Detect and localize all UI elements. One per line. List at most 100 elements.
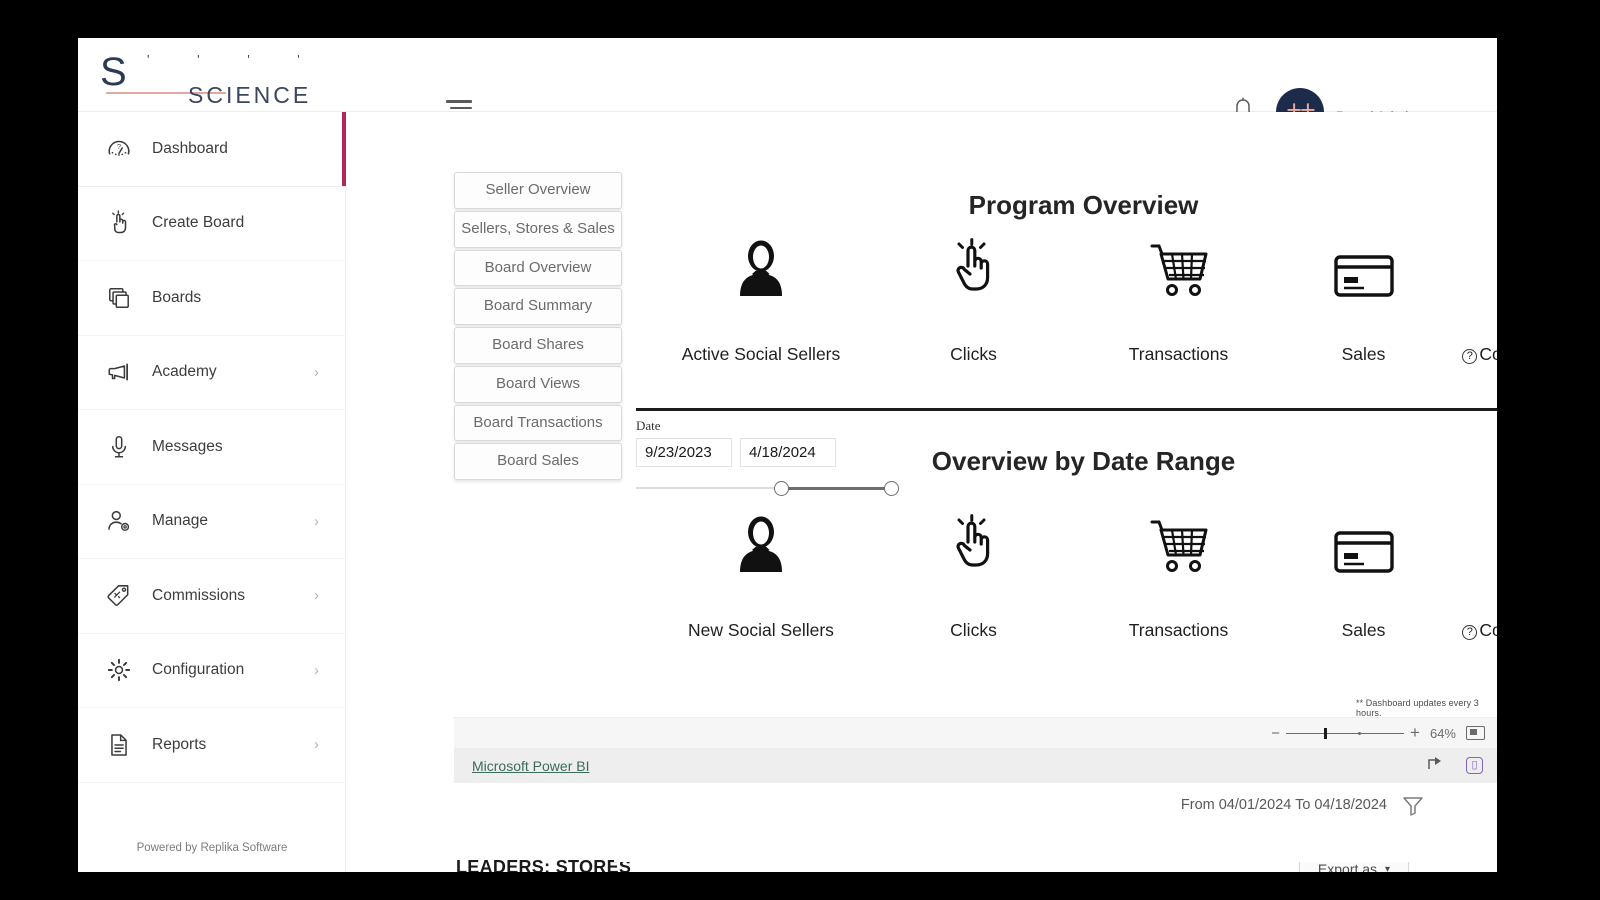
metric-card-conversion-rate: ?Conversion Rate (1431, 222, 1497, 365)
metric-value (636, 300, 886, 344)
window-chrome-top (60, 0, 1497, 38)
sidebar-item-reports[interactable]: Reports › (78, 708, 345, 783)
tab-board-overview[interactable]: Board Overview (454, 249, 622, 287)
zoom-slider[interactable] (1286, 728, 1405, 739)
powerbi-footer: Microsoft Power BI ▯ (454, 748, 1497, 783)
tab-sellers-stores-sales[interactable]: Sellers, Stores & Sales (454, 210, 622, 248)
powered-by-label: Powered by Replika Software (136, 842, 288, 854)
document-icon (106, 732, 152, 758)
sidebar-item-label: Manage (152, 512, 209, 530)
zoom-in-icon[interactable]: + (1410, 723, 1420, 743)
logo-wordmark: SCIENCE (188, 82, 312, 108)
metric-label: Transactions (1128, 620, 1229, 640)
date-range-slider[interactable] (636, 481, 900, 496)
chevron-right-icon: › (314, 363, 319, 381)
sidebar-item-academy[interactable]: Academy › (78, 336, 345, 410)
zoom-slider-track (1286, 732, 1405, 734)
microsoft-power-bi-link[interactable]: Microsoft Power BI (472, 758, 589, 774)
program-overview-title: Program Overview (968, 190, 1199, 220)
metric-value (886, 300, 1061, 344)
shopping-cart-icon (1061, 222, 1296, 300)
tab-board-sales[interactable]: Board Sales (454, 443, 622, 480)
funnel-filter-icon[interactable] (1401, 794, 1425, 823)
zoom-slider-handle[interactable] (1324, 728, 1327, 739)
slider-track-selected (781, 487, 891, 490)
brand-logo[interactable]: S ' ' ' ' SCIENCE (92, 44, 342, 108)
sidebar: ? Dashboard Create Board Boards Academy ›… (78, 112, 346, 872)
metric-card-active-social-sellers: Active Social Sellers (636, 222, 886, 365)
date-range-overview-title: Overview by Date Range (931, 446, 1236, 476)
metric-card-clicks: Clicks (886, 498, 1061, 641)
metric-label: ?Conversion Rate (1431, 344, 1497, 365)
export-as-label: Export as (1317, 861, 1378, 872)
tab-seller-overview[interactable]: Seller Overview (454, 172, 622, 209)
chevron-right-icon: › (314, 512, 319, 530)
metric-card-sales: Sales (1296, 498, 1431, 641)
app-header: S ' ' ' ' SCIENCE ++ Brand Admin (78, 38, 1497, 136)
credit-card-icon (1296, 222, 1431, 300)
sidebar-item-label: Create Board (152, 214, 245, 232)
fit-to-page-icon[interactable] (1466, 726, 1485, 740)
help-icon[interactable]: ? (1462, 625, 1478, 640)
powerbi-footer-icons: ▯ (1427, 755, 1483, 777)
slider-handle-start[interactable] (774, 481, 789, 496)
sidebar-item-label: Dashboard (152, 139, 228, 157)
leaders-stores-title: LEADERS: STORES (456, 857, 632, 872)
sidebar-item-label: Academy (152, 363, 217, 381)
metric-value (1431, 300, 1497, 344)
sidebar-item-configuration[interactable]: Configuration › (78, 634, 345, 708)
window-chrome-bottom (0, 872, 1600, 900)
user-name (1336, 88, 1486, 102)
sidebar-item-dashboard[interactable]: ? Dashboard (78, 112, 346, 187)
report-canvas: Seller Overview Sellers, Stores & Sales Bo… (346, 112, 1497, 872)
metric-card-transactions: Transactions (1061, 498, 1296, 641)
slider-track-left (636, 487, 781, 489)
share-icon[interactable] (1427, 755, 1444, 777)
logo-letter: S (100, 50, 128, 94)
sidebar-item-create-board[interactable]: Create Board (78, 187, 345, 261)
logo-tick-marks: ' ' ' ' (147, 52, 322, 67)
gear-icon (106, 657, 152, 683)
svg-text:?: ? (117, 142, 121, 151)
program-overview-metrics: Active Social Sellers Clicks Transaction… (636, 222, 1497, 365)
date-range-filter-label: From 04/01/2024 To 04/18/2024 (1180, 797, 1387, 813)
metric-label: Sales (1341, 620, 1386, 640)
tab-board-shares[interactable]: Board Shares (454, 327, 622, 364)
metric-label: New Social Sellers (688, 620, 834, 640)
hand-click-icon (106, 210, 152, 236)
slider-handle-end[interactable] (884, 481, 899, 496)
sidebar-item-commissions[interactable]: Commissions › (78, 559, 345, 634)
metric-value (1296, 576, 1431, 620)
metric-value (1061, 576, 1296, 620)
sidebar-item-messages[interactable]: Messages (78, 410, 345, 485)
power-bi-logo-icon[interactable]: ▯ (1466, 757, 1483, 774)
section-divider (636, 408, 1497, 411)
microphone-icon (106, 434, 152, 460)
chevron-right-icon: › (314, 661, 319, 679)
metric-label: Sales (1341, 344, 1386, 364)
gauge-icon: ? (106, 136, 152, 162)
tab-board-transactions[interactable]: Board Transactions (454, 404, 622, 442)
tab-board-summary[interactable]: Board Summary (454, 288, 622, 325)
metric-value (636, 576, 886, 620)
zoom-control[interactable]: − + (1271, 723, 1420, 743)
sidebar-item-boards[interactable]: Boards (78, 261, 345, 336)
sidebar-nav-list: ? Dashboard Create Board Boards Academy ›… (78, 112, 346, 783)
zoom-out-icon[interactable]: − (1271, 725, 1280, 742)
window-notch (760, 0, 940, 16)
tab-board-views[interactable]: Board Views (454, 365, 622, 403)
metric-card-sales: Sales (1296, 222, 1431, 365)
person-icon (636, 498, 886, 576)
person-icon (636, 222, 886, 300)
cards-stack-icon (106, 285, 152, 311)
report-tab-list: Seller Overview Sellers, Stores & Sales Bo… (454, 172, 622, 482)
screen: S ' ' ' ' SCIENCE ++ Brand Admin (0, 0, 1600, 900)
credit-card-icon (1296, 498, 1431, 576)
metric-label: Active Social Sellers (681, 344, 841, 364)
export-as-button[interactable]: Export as ▾ (1299, 852, 1409, 872)
application-viewport: S ' ' ' ' SCIENCE ++ Brand Admin (78, 38, 1497, 872)
sidebar-item-manage[interactable]: Manage › (78, 485, 345, 559)
price-tag-icon (106, 583, 152, 609)
help-icon[interactable]: ? (1462, 349, 1478, 364)
metric-label: Transactions (1128, 344, 1229, 364)
